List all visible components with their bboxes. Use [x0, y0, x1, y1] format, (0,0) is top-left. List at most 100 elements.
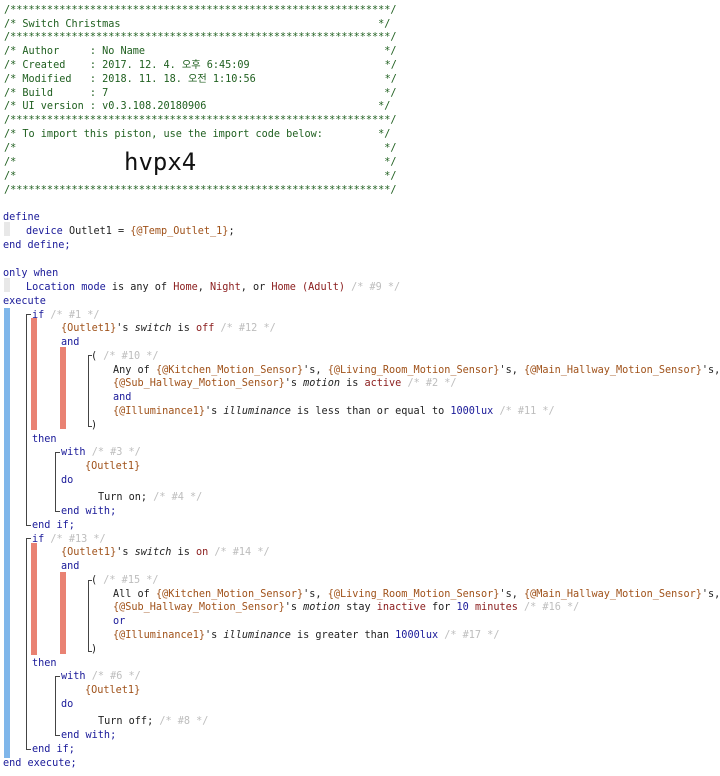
- location-mode-condition[interactable]: Location mode is any of Home, Night, or …: [26, 281, 400, 294]
- off-value: off: [195, 323, 215, 334]
- outlet-device[interactable]: {Outlet1}: [85, 684, 140, 697]
- end-define-keyword[interactable]: end define;: [3, 239, 70, 252]
- only-when-block-bar: [4, 278, 10, 292]
- header-rule: /***************************************…: [4, 115, 397, 126]
- with1-bracket: [55, 452, 60, 512]
- condition-14[interactable]: {Outlet1}'s switch is on /* #14 */: [61, 546, 270, 559]
- turn-on-task[interactable]: Turn on; /* #4 */: [98, 491, 202, 504]
- group15-condition-bar: [60, 572, 66, 654]
- operator: is: [339, 378, 365, 389]
- comma: ,: [197, 282, 211, 293]
- stay-op: stay: [339, 602, 377, 613]
- operator: is greater than: [290, 630, 396, 641]
- if-keyword: if: [32, 534, 45, 545]
- switch-attribute: switch: [134, 323, 172, 334]
- for-op: for: [425, 602, 457, 613]
- illuminance-ref: {@Illuminance1}: [113, 406, 206, 417]
- illuminance-attribute: illuminance: [223, 406, 291, 417]
- possessive: 's: [205, 406, 224, 417]
- comment-3: /* #3 */: [91, 447, 141, 458]
- condition-12[interactable]: {Outlet1}'s switch is off /* #12 */: [61, 322, 276, 335]
- comment-6: /* #6 */: [91, 671, 141, 682]
- header-rule: /***************************************…: [4, 32, 397, 43]
- created-row: /* Created : 2017. 12. 4. 오후 6:45:09 */: [4, 60, 397, 71]
- or-operator[interactable]: or: [113, 615, 125, 628]
- comment-10: /* #10 */: [103, 351, 159, 362]
- execute-keyword[interactable]: execute: [3, 295, 46, 308]
- comment-4: /* #4 */: [153, 492, 203, 503]
- group10-condition-bar: [60, 347, 66, 429]
- motion-sensors-line[interactable]: Any of {@Kitchen_Motion_Sensor}'s, {@Liv…: [113, 364, 720, 377]
- possessive: 's: [116, 323, 135, 334]
- main-hallway-sensor: {@Main_Hallway_Motion_Sensor}: [523, 589, 702, 600]
- end-with-keyword[interactable]: end with;: [61, 729, 116, 742]
- inactive-value: inactive: [376, 602, 426, 613]
- operator: is: [171, 547, 196, 558]
- with-statement[interactable]: with /* #6 */: [61, 670, 141, 683]
- do-keyword[interactable]: do: [61, 474, 73, 487]
- comment-12: /* #12 */: [220, 323, 276, 334]
- condition-11[interactable]: {@Illuminance1}'s illuminance is less th…: [113, 405, 555, 418]
- device-statement[interactable]: device Outlet1 = {@Temp_Outlet_1};: [26, 225, 235, 238]
- condition-2[interactable]: {@Sub_Hallway_Motion_Sensor}'s motion is…: [113, 377, 457, 390]
- or-text: , or: [240, 282, 272, 293]
- define-keyword[interactable]: define: [3, 211, 40, 224]
- sep: 's,: [499, 365, 524, 376]
- do-keyword[interactable]: do: [61, 698, 73, 711]
- if2-condition-bar: [31, 543, 37, 655]
- comment-11: /* #11 */: [499, 406, 555, 417]
- comment-14: /* #14 */: [214, 547, 270, 558]
- if2-bracket: [26, 538, 31, 750]
- switch-attribute: switch: [134, 547, 172, 558]
- and-operator[interactable]: and: [61, 336, 79, 349]
- and-operator[interactable]: and: [61, 560, 79, 573]
- condition-17[interactable]: {@Illuminance1}'s illuminance is greater…: [113, 629, 499, 642]
- lux-value: 1000lux: [395, 630, 439, 641]
- with-statement[interactable]: with /* #3 */: [61, 446, 141, 459]
- blank-row: /* */: [4, 143, 397, 154]
- motion-sensors-line[interactable]: All of {@Kitchen_Motion_Sensor}'s, {@Liv…: [113, 588, 720, 601]
- all-of: All of: [113, 589, 156, 600]
- only-when-keyword[interactable]: only when: [3, 267, 58, 280]
- possessive: 's: [284, 602, 304, 613]
- end-if-keyword[interactable]: end if;: [32, 519, 75, 532]
- turn-off-task[interactable]: Turn off; /* #8 */: [98, 715, 208, 728]
- group10-bracket: [88, 355, 92, 427]
- if1-statement[interactable]: if /* #1 */: [32, 309, 100, 322]
- end-with-keyword[interactable]: end with;: [61, 505, 116, 518]
- main-hallway-sensor: {@Main_Hallway_Motion_Sensor}: [523, 365, 702, 376]
- group-15[interactable]: ( /* #15 */: [91, 574, 158, 587]
- if2-statement[interactable]: if /* #13 */: [32, 533, 106, 546]
- sep: 's,: [303, 365, 328, 376]
- group-10[interactable]: ( /* #10 */: [91, 350, 158, 363]
- and-operator[interactable]: and: [113, 391, 131, 404]
- build-row: /* Build : 7 */: [4, 88, 397, 99]
- import-instruction: /* To import this piston, use the import…: [4, 129, 391, 140]
- end-if-keyword[interactable]: end if;: [32, 743, 75, 756]
- semicolon: ;: [228, 226, 235, 237]
- then-keyword[interactable]: then: [32, 433, 57, 446]
- possessive: 's: [205, 630, 224, 641]
- end-execute-keyword[interactable]: end execute;: [3, 757, 77, 770]
- condition-16[interactable]: {@Sub_Hallway_Motion_Sensor}'s motion st…: [113, 601, 579, 614]
- outlet-device[interactable]: {Outlet1}: [85, 460, 140, 473]
- mode-home: Home: [173, 282, 198, 293]
- motion-attribute: motion: [303, 378, 340, 389]
- then-keyword[interactable]: then: [32, 657, 57, 670]
- kitchen-sensor: {@Kitchen_Motion_Sensor}: [155, 365, 304, 376]
- import-code: hvpx4: [124, 148, 197, 176]
- device-value: {@Temp_Outlet_1}: [130, 226, 229, 237]
- if1-condition-bar: [31, 318, 37, 430]
- blank-row: /* */: [4, 171, 397, 182]
- comment-8: /* #8 */: [159, 716, 209, 727]
- define-block-bar: [4, 222, 10, 236]
- on-value: on: [195, 547, 209, 558]
- paren-open: (: [91, 575, 98, 586]
- comment-9: /* #9 */: [351, 282, 401, 293]
- comment-1: /* #1 */: [50, 310, 100, 321]
- sub-hallway-sensor: {@Sub_Hallway_Motion_Sensor}: [113, 378, 285, 389]
- illuminance-ref: {@Illuminance1}: [113, 630, 206, 641]
- operator: is: [171, 323, 196, 334]
- header-rule: /***************************************…: [4, 5, 397, 16]
- motion-attribute: motion: [303, 602, 340, 613]
